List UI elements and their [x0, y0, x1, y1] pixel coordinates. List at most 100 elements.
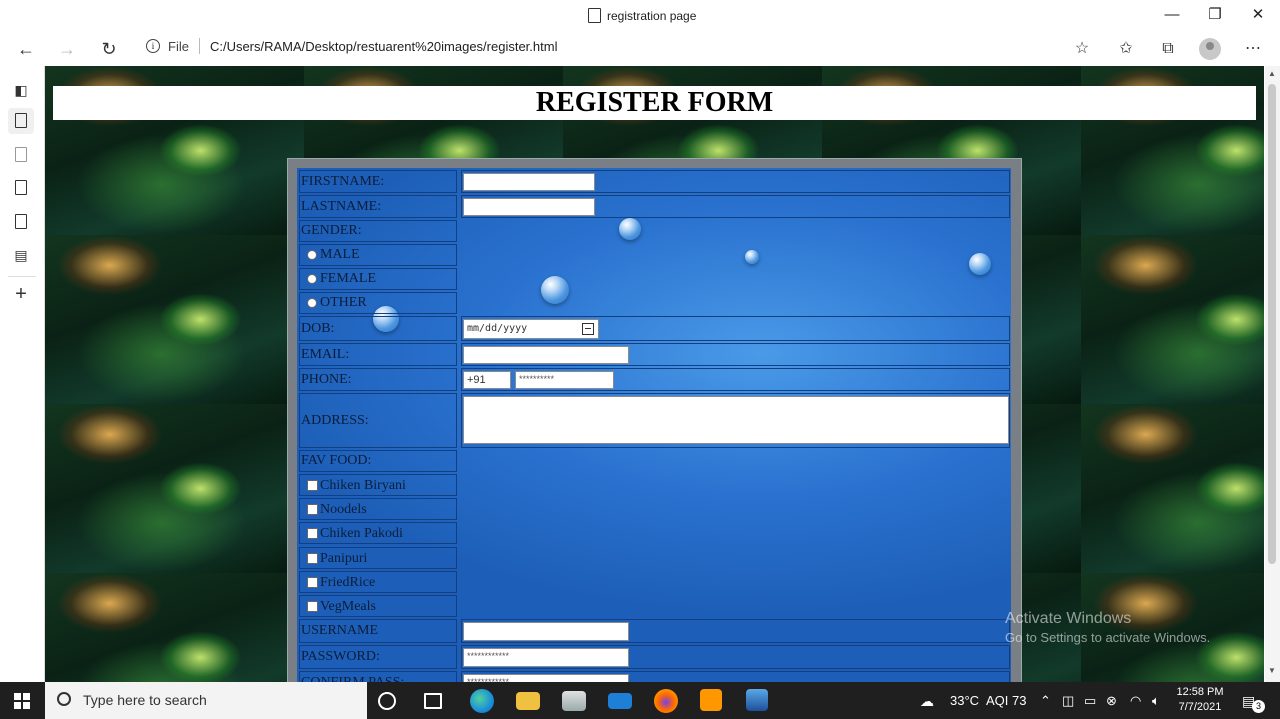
search-icon: [57, 692, 71, 706]
dob-placeholder: mm/dd/yyyy: [467, 323, 528, 334]
email-input[interactable]: [463, 346, 629, 364]
password-label: PASSWORD:: [299, 645, 457, 669]
confirm-label: CONFIRM PASS:: [299, 671, 457, 682]
food-option-cell: Panipuri: [299, 547, 457, 569]
tab-app-icon[interactable]: ▤: [12, 246, 30, 264]
scroll-thumb[interactable]: [1268, 84, 1276, 564]
email-label: EMAIL:: [299, 343, 457, 366]
page-scrollbar[interactable]: ▲ ▼: [1265, 66, 1280, 682]
username-label: USERNAME: [299, 619, 457, 643]
more-menu-icon[interactable]: ⋯: [1240, 36, 1266, 62]
password-cell: ************: [461, 645, 1010, 669]
refresh-button[interactable]: ↻: [96, 36, 122, 62]
back-button[interactable]: ←: [13, 36, 39, 62]
meet-now-icon[interactable]: ◫: [1062, 693, 1074, 709]
address-bar[interactable]: i File C:/Users/RAMA/Desktop/restuarent%…: [146, 38, 557, 54]
tab-doc-icon[interactable]: [12, 213, 30, 231]
other-radio[interactable]: [307, 298, 317, 308]
favfood-label: FAV FOOD:: [299, 450, 457, 472]
file-explorer-icon[interactable]: [516, 692, 540, 710]
tab-doc-icon[interactable]: [12, 179, 30, 197]
address-textarea[interactable]: [463, 396, 1009, 444]
lastname-label: LASTNAME:: [299, 195, 457, 218]
tab-doc-icon[interactable]: [12, 146, 30, 164]
gender-label: GENDER:: [299, 220, 457, 242]
weather-icon[interactable]: ☁: [920, 693, 934, 710]
food-checkbox[interactable]: [307, 601, 318, 612]
dob-input[interactable]: mm/dd/yyyy: [463, 319, 599, 339]
volume-icon[interactable]: 🔈︎: [1152, 693, 1160, 709]
firstname-cell: [461, 170, 1010, 193]
water-drop: [969, 253, 991, 275]
taskbar-clock[interactable]: 12:58 PM 7/7/2021: [1172, 685, 1228, 715]
store-icon[interactable]: [562, 691, 586, 711]
male-label: MALE: [320, 247, 360, 262]
dob-cell: mm/dd/yyyy: [461, 316, 1010, 341]
mail-icon[interactable]: [608, 693, 632, 709]
food-label: VegMeals: [320, 599, 376, 614]
windows-start-icon[interactable]: [14, 693, 30, 709]
calendar-icon[interactable]: [582, 323, 594, 335]
email-cell: [461, 343, 1010, 366]
minimize-button[interactable]: —: [1160, 4, 1184, 26]
tab-title-text: registration page: [607, 8, 697, 23]
maximize-button[interactable]: ❐: [1203, 4, 1227, 26]
country-code-input[interactable]: +91: [463, 371, 511, 389]
info-icon[interactable]: i: [146, 39, 160, 53]
password-input[interactable]: ************: [463, 648, 629, 667]
collections-icon[interactable]: ⧉: [1155, 36, 1181, 62]
food-checkbox[interactable]: [307, 577, 318, 588]
edge-icon[interactable]: [470, 689, 494, 713]
food-checkbox[interactable]: [307, 504, 318, 515]
notification-count-badge: 3: [1252, 700, 1265, 713]
water-drop: [541, 276, 569, 304]
url-text[interactable]: C:/Users/RAMA/Desktop/restuarent%20image…: [210, 39, 558, 54]
firstname-input[interactable]: [463, 173, 595, 191]
food-checkbox[interactable]: [307, 480, 318, 491]
address-separator: [198, 38, 200, 54]
food-checkbox[interactable]: [307, 528, 318, 539]
taskbar-search[interactable]: Type here to search: [45, 682, 367, 719]
food-option-cell: Chiken Biryani: [299, 474, 457, 496]
cortana-icon[interactable]: [378, 692, 396, 710]
food-option-cell: Chiken Pakodi: [299, 522, 457, 544]
gender-option-cell: OTHER: [299, 292, 457, 314]
task-view-icon[interactable]: [424, 693, 442, 709]
tab-actions-icon[interactable]: ◧: [12, 81, 30, 99]
username-input[interactable]: [463, 622, 629, 641]
username-cell: [461, 619, 1010, 643]
food-option-cell: VegMeals: [299, 595, 457, 617]
favorites-icon[interactable]: ✩: [1113, 36, 1139, 62]
forward-button[interactable]: →: [54, 36, 80, 62]
wifi-icon[interactable]: ◠: [1130, 693, 1141, 709]
activate-windows-watermark: Activate Windows Go to Settings to activ…: [1005, 610, 1210, 645]
photos-icon[interactable]: [746, 689, 768, 711]
add-favorite-icon[interactable]: ☆: [1069, 36, 1095, 62]
browser-title-bar: registration page — ❐ ✕: [0, 0, 1280, 32]
watermark-line2: Go to Settings to activate Windows.: [1005, 630, 1211, 645]
weather-temp[interactable]: 33°C: [950, 693, 979, 708]
phone-input[interactable]: **********: [515, 371, 614, 389]
male-radio[interactable]: [307, 250, 317, 260]
confirm-input[interactable]: ************: [463, 674, 629, 682]
lastname-input[interactable]: [463, 198, 595, 216]
food-checkbox[interactable]: [307, 553, 318, 564]
new-tab-icon[interactable]: +: [12, 284, 30, 304]
female-radio[interactable]: [307, 274, 317, 284]
gender-option-cell: MALE: [299, 244, 457, 266]
firefox-icon[interactable]: [654, 689, 678, 713]
show-hidden-icons[interactable]: ⌃: [1040, 693, 1051, 709]
close-button[interactable]: ✕: [1246, 4, 1270, 26]
sublime-text-icon[interactable]: [700, 689, 722, 711]
scroll-down-arrow[interactable]: ▼: [1268, 666, 1276, 675]
network-error-icon[interactable]: ⊗: [1106, 693, 1117, 709]
scroll-up-arrow[interactable]: ▲: [1268, 69, 1276, 78]
food-label: Chiken Biryani: [320, 478, 406, 493]
address-label: ADDRESS:: [299, 393, 457, 448]
aqi-value[interactable]: AQI 73: [986, 693, 1026, 708]
tab-registration-icon[interactable]: [8, 108, 34, 134]
page-viewport: REGISTER FORM FIRSTNAME: LASTNAME: GENDE…: [45, 66, 1264, 682]
profile-avatar[interactable]: [1199, 38, 1221, 60]
battery-icon[interactable]: ▭: [1084, 693, 1096, 709]
watermark-line1: Activate Windows: [1005, 610, 1132, 627]
